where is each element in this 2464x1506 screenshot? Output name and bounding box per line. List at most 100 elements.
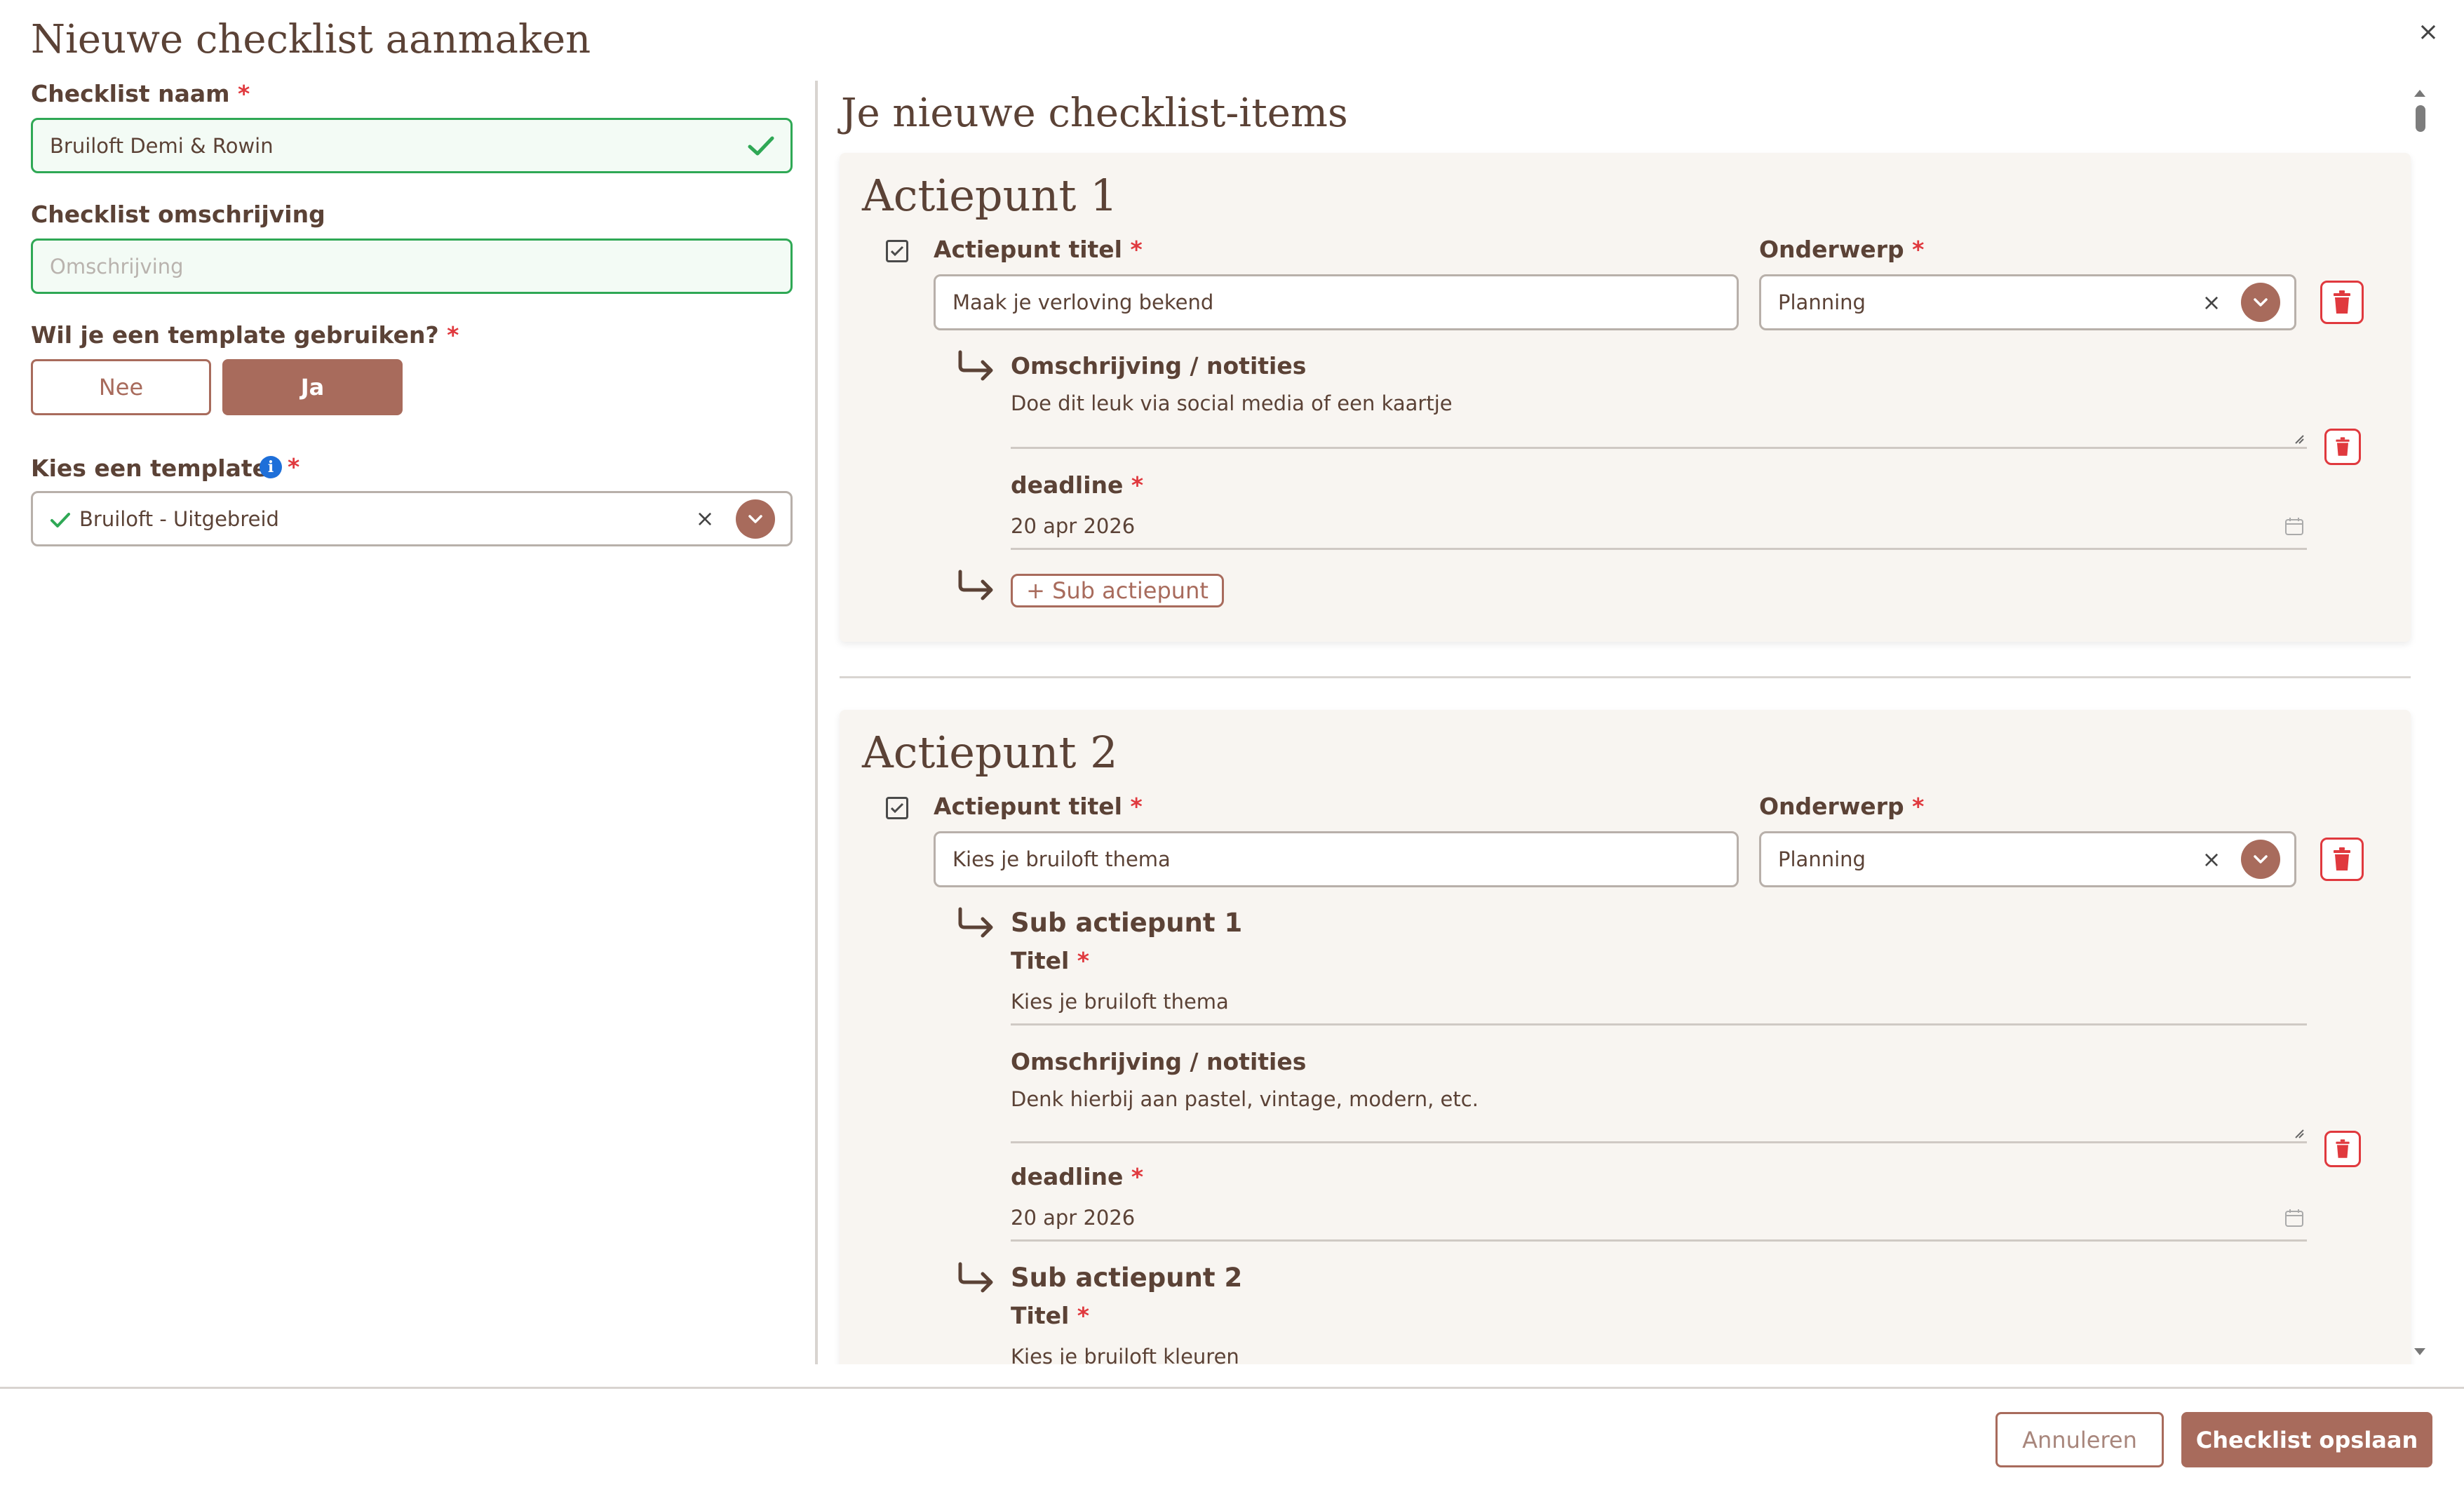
required-mark: * (1131, 1163, 1144, 1190)
clear-icon[interactable]: × (2199, 290, 2224, 315)
clear-icon[interactable]: × (2199, 847, 2224, 872)
required-mark: * (1912, 236, 1925, 263)
chevron-down-icon[interactable] (2241, 840, 2280, 879)
deadline-value: 20 apr 2026 (1011, 1205, 1136, 1230)
actiepunt-title-label-text: Actiepunt titel (934, 793, 1122, 820)
deadline-date-input[interactable]: 20 apr 2026 (1011, 504, 2307, 550)
description-value: Denk hierbij aan pastel, vintage, modern… (1011, 1087, 1479, 1111)
cancel-button[interactable]: Annuleren (1995, 1412, 2164, 1467)
required-mark: * (1130, 793, 1143, 820)
actiepunt-title-input[interactable]: Kies je bruiloft thema (934, 831, 1739, 887)
deadline-date-input[interactable]: 20 apr 2026 (1011, 1195, 2307, 1242)
actiepunt-card-1: Actiepunt 1 Actiepunt titel * Maak je ve… (840, 153, 2411, 642)
trash-icon[interactable] (2320, 281, 2364, 324)
column-divider (815, 81, 818, 1364)
description-label: Omschrijving / notities (1011, 1048, 1307, 1075)
sub-title-input[interactable]: Kies je bruiloft thema (1011, 979, 2307, 1026)
template-yes-button[interactable]: Ja (222, 359, 403, 415)
return-arrow-icon (958, 350, 993, 381)
template-no-button[interactable]: Nee (31, 359, 211, 415)
trash-icon[interactable] (2320, 838, 2364, 881)
template-select[interactable]: Bruiloft - Uitgebreid × (31, 491, 793, 546)
required-mark: * (1130, 236, 1143, 263)
sub-actiepunt-heading: Sub actiepunt 2 (1011, 1263, 1243, 1293)
template-question-label: Wil je een template gebruiken? * (31, 321, 459, 349)
description-placeholder: Omschrijving (50, 254, 184, 278)
chevron-down-icon[interactable] (2241, 283, 2280, 322)
check-icon (51, 513, 70, 527)
card-divider (840, 676, 2411, 678)
description-value: Doe dit leuk via social media of een kaa… (1011, 391, 1453, 415)
actiepunt-card-2: Actiepunt 2 Actiepunt titel * Kies je br… (840, 710, 2411, 1364)
required-mark: * (288, 453, 300, 480)
return-arrow-icon (958, 1262, 993, 1293)
actiepunt-title: Actiepunt 2 (862, 727, 1118, 778)
checklist-name-label: Checklist naam * (31, 80, 250, 107)
items-scrollbar[interactable] (2411, 84, 2428, 1361)
description-textarea[interactable]: Denk hierbij aan pastel, vintage, modern… (1011, 1080, 2307, 1143)
actiepunt-title: Actiepunt 1 (862, 170, 1118, 221)
scroll-down-icon[interactable] (2414, 1348, 2425, 1355)
sub-title-label-text: Titel (1011, 947, 1070, 974)
checklist-name-label-text: Checklist naam (31, 80, 230, 107)
deadline-label: deadline * (1011, 471, 1143, 499)
subject-select[interactable]: Planning × (1759, 274, 2296, 330)
deadline-label-text: deadline (1011, 471, 1124, 499)
checklist-items-pane[interactable]: Je nieuwe checklist-items Actiepunt 1 Ac… (819, 81, 2425, 1364)
subject-label-text: Onderwerp (1759, 236, 1904, 263)
subject-label-text: Onderwerp (1759, 793, 1904, 820)
subject-select-value: Planning (1778, 290, 1866, 314)
scroll-up-icon[interactable] (2414, 90, 2425, 97)
checklist-name-value: Bruiloft Demi & Rowin (50, 133, 274, 158)
subject-select-value: Planning (1778, 847, 1866, 871)
deadline-label: deadline * (1011, 1163, 1143, 1190)
clear-icon[interactable]: × (692, 506, 718, 531)
deadline-value: 20 apr 2026 (1011, 513, 1136, 538)
actiepunt-title-input[interactable]: Maak je verloving bekend (934, 274, 1739, 330)
checkbox-icon[interactable] (886, 240, 908, 262)
chevron-down-icon[interactable] (736, 499, 775, 539)
calendar-icon[interactable] (2284, 516, 2304, 536)
sub-actiepunt-heading: Sub actiepunt 1 (1011, 908, 1243, 938)
checkbox-icon[interactable] (886, 797, 908, 819)
sub-title-value: Kies je bruiloft thema (1011, 989, 1229, 1014)
sub-title-label: Titel * (1011, 947, 1089, 974)
footer-divider (0, 1387, 2464, 1389)
return-arrow-icon (958, 907, 993, 938)
sub-title-value: Kies je bruiloft kleuren (1011, 1344, 1239, 1365)
actiepunt-title-label: Actiepunt titel * (934, 236, 1143, 263)
return-arrow-icon (958, 570, 993, 600)
close-icon[interactable]: × (2413, 17, 2444, 48)
resize-handle-icon[interactable] (2294, 1129, 2304, 1138)
info-icon[interactable]: i (260, 456, 282, 478)
sub-title-label-text: Titel (1011, 1302, 1070, 1329)
description-label: Omschrijving / notities (1011, 352, 1307, 379)
checklist-description-label: Checklist omschrijving (31, 201, 325, 228)
actiepunt-title-label: Actiepunt titel * (934, 793, 1143, 820)
template-question-text: Wil je een template gebruiken? (31, 321, 439, 349)
actiepunt-title-value: Kies je bruiloft thema (952, 847, 1171, 871)
resize-handle-icon[interactable] (2294, 434, 2304, 444)
actiepunt-title-label-text: Actiepunt titel (934, 236, 1122, 263)
checklist-name-input[interactable]: Bruiloft Demi & Rowin (31, 118, 793, 173)
check-icon (748, 136, 774, 155)
sub-title-input[interactable]: Kies je bruiloft kleuren (1011, 1334, 2307, 1365)
required-mark: * (1912, 793, 1925, 820)
subject-label: Onderwerp * (1759, 793, 1924, 820)
required-mark: * (238, 80, 250, 107)
scroll-thumb[interactable] (2416, 105, 2425, 132)
add-sub-actiepunt-button[interactable]: + Sub actiepunt (1011, 574, 1224, 607)
save-checklist-button[interactable]: Checklist opslaan (2181, 1412, 2432, 1467)
trash-icon[interactable] (2324, 429, 2361, 465)
description-textarea[interactable]: Doe dit leuk via social media of een kaa… (1011, 384, 2307, 449)
required-mark: * (1131, 471, 1144, 499)
trash-icon[interactable] (2324, 1131, 2361, 1167)
required-mark: * (447, 321, 459, 349)
checklist-description-input[interactable]: Omschrijving (31, 238, 793, 294)
actiepunt-title-value: Maak je verloving bekend (952, 290, 1214, 314)
calendar-icon[interactable] (2284, 1208, 2304, 1228)
deadline-label-text: deadline (1011, 1163, 1124, 1190)
template-select-value: Bruiloft - Uitgebreid (79, 506, 279, 531)
items-section-title: Je nieuwe checklist-items (841, 90, 1348, 136)
subject-select[interactable]: Planning × (1759, 831, 2296, 887)
